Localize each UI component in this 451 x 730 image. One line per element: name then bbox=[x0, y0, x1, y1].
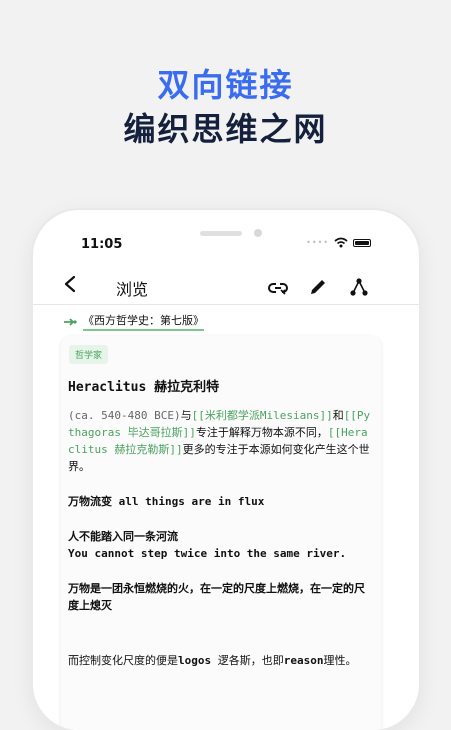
back-button[interactable] bbox=[63, 275, 77, 299]
connection-icon bbox=[64, 317, 77, 326]
intro-text-1: 与 bbox=[180, 409, 192, 422]
river-cn: 人不能踏入同一条河流 bbox=[68, 530, 178, 543]
graph-button[interactable] bbox=[348, 276, 370, 298]
intro-text-2: 和 bbox=[332, 409, 344, 422]
logos-text-1: 而控制变化尺度的便是 bbox=[68, 654, 178, 667]
reason-term: reason bbox=[283, 654, 324, 667]
intro-text-3: 专注于解释万物本源不同， bbox=[195, 426, 328, 439]
wifi-icon bbox=[334, 237, 348, 248]
back-arrow-icon bbox=[64, 275, 76, 293]
intro-dates: (ca. 540-480 BCE) bbox=[68, 409, 181, 422]
note-card: 哲学家 Heraclitus 赫拉克利特 (ca. 540-480 BCE)与[… bbox=[61, 336, 381, 730]
battery-icon bbox=[353, 238, 371, 247]
flux-cn: 万物流变 bbox=[68, 495, 119, 508]
phone-frame: 11:05 •••• 浏览 《西方哲学史：第七版》 哲学家 Heraclitus… bbox=[33, 210, 419, 730]
logos-text-3: 理性。 bbox=[323, 654, 357, 667]
breadcrumb-text[interactable]: 《西方哲学史：第七版》 bbox=[83, 312, 204, 331]
link-button[interactable] bbox=[267, 276, 289, 298]
signal-icon: •••• bbox=[306, 238, 329, 247]
flux-en: all things are in flux bbox=[118, 495, 265, 508]
nav-bar: 浏览 bbox=[33, 270, 419, 306]
logos-term: logos bbox=[178, 654, 212, 667]
note-heading: Heraclitus 赫拉克利特 bbox=[68, 380, 220, 395]
phone-camera bbox=[254, 229, 262, 237]
status-icons: •••• bbox=[306, 237, 371, 248]
pencil-icon bbox=[311, 280, 325, 294]
note-paragraph-logos: 而控制变化尺度的便是logos 逻各斯，也即reason理性。 bbox=[68, 652, 374, 669]
link-icon bbox=[268, 283, 288, 295]
note-intro: (ca. 540-480 BCE)与[[米利都学派Milesians]]和[[P… bbox=[68, 407, 374, 475]
note-paragraph-river: 人不能踏入同一条河流 You cannot step twice into th… bbox=[68, 528, 374, 562]
breadcrumb[interactable]: 《西方哲学史：第七版》 bbox=[63, 312, 204, 331]
status-time: 11:05 bbox=[81, 237, 123, 252]
wikilink-milesians[interactable]: [[米利都学派Milesians]] bbox=[192, 409, 333, 422]
logos-text-2: 逻各斯，也即 bbox=[211, 654, 284, 667]
nav-divider bbox=[33, 304, 419, 305]
river-en: You cannot step twice into the same rive… bbox=[68, 547, 347, 560]
note-paragraph-flux: 万物流变 all things are in flux bbox=[68, 493, 374, 510]
phone-speaker bbox=[200, 231, 242, 236]
graph-icon bbox=[350, 278, 368, 296]
promo-subtitle: 编织思维之网 bbox=[123, 110, 328, 148]
promo-title: 双向链接 bbox=[157, 66, 294, 104]
category-tag[interactable]: 哲学家 bbox=[69, 345, 109, 364]
note-content: Heraclitus 赫拉克利特 (ca. 540-480 BCE)与[[米利都… bbox=[68, 376, 374, 687]
note-paragraph-fire: 万物是一团永恒燃烧的火，在一定的尺度上燃烧，在一定的尺度上熄灭 bbox=[68, 582, 365, 612]
page-title: 浏览 bbox=[116, 280, 149, 299]
edit-button[interactable] bbox=[307, 276, 329, 298]
